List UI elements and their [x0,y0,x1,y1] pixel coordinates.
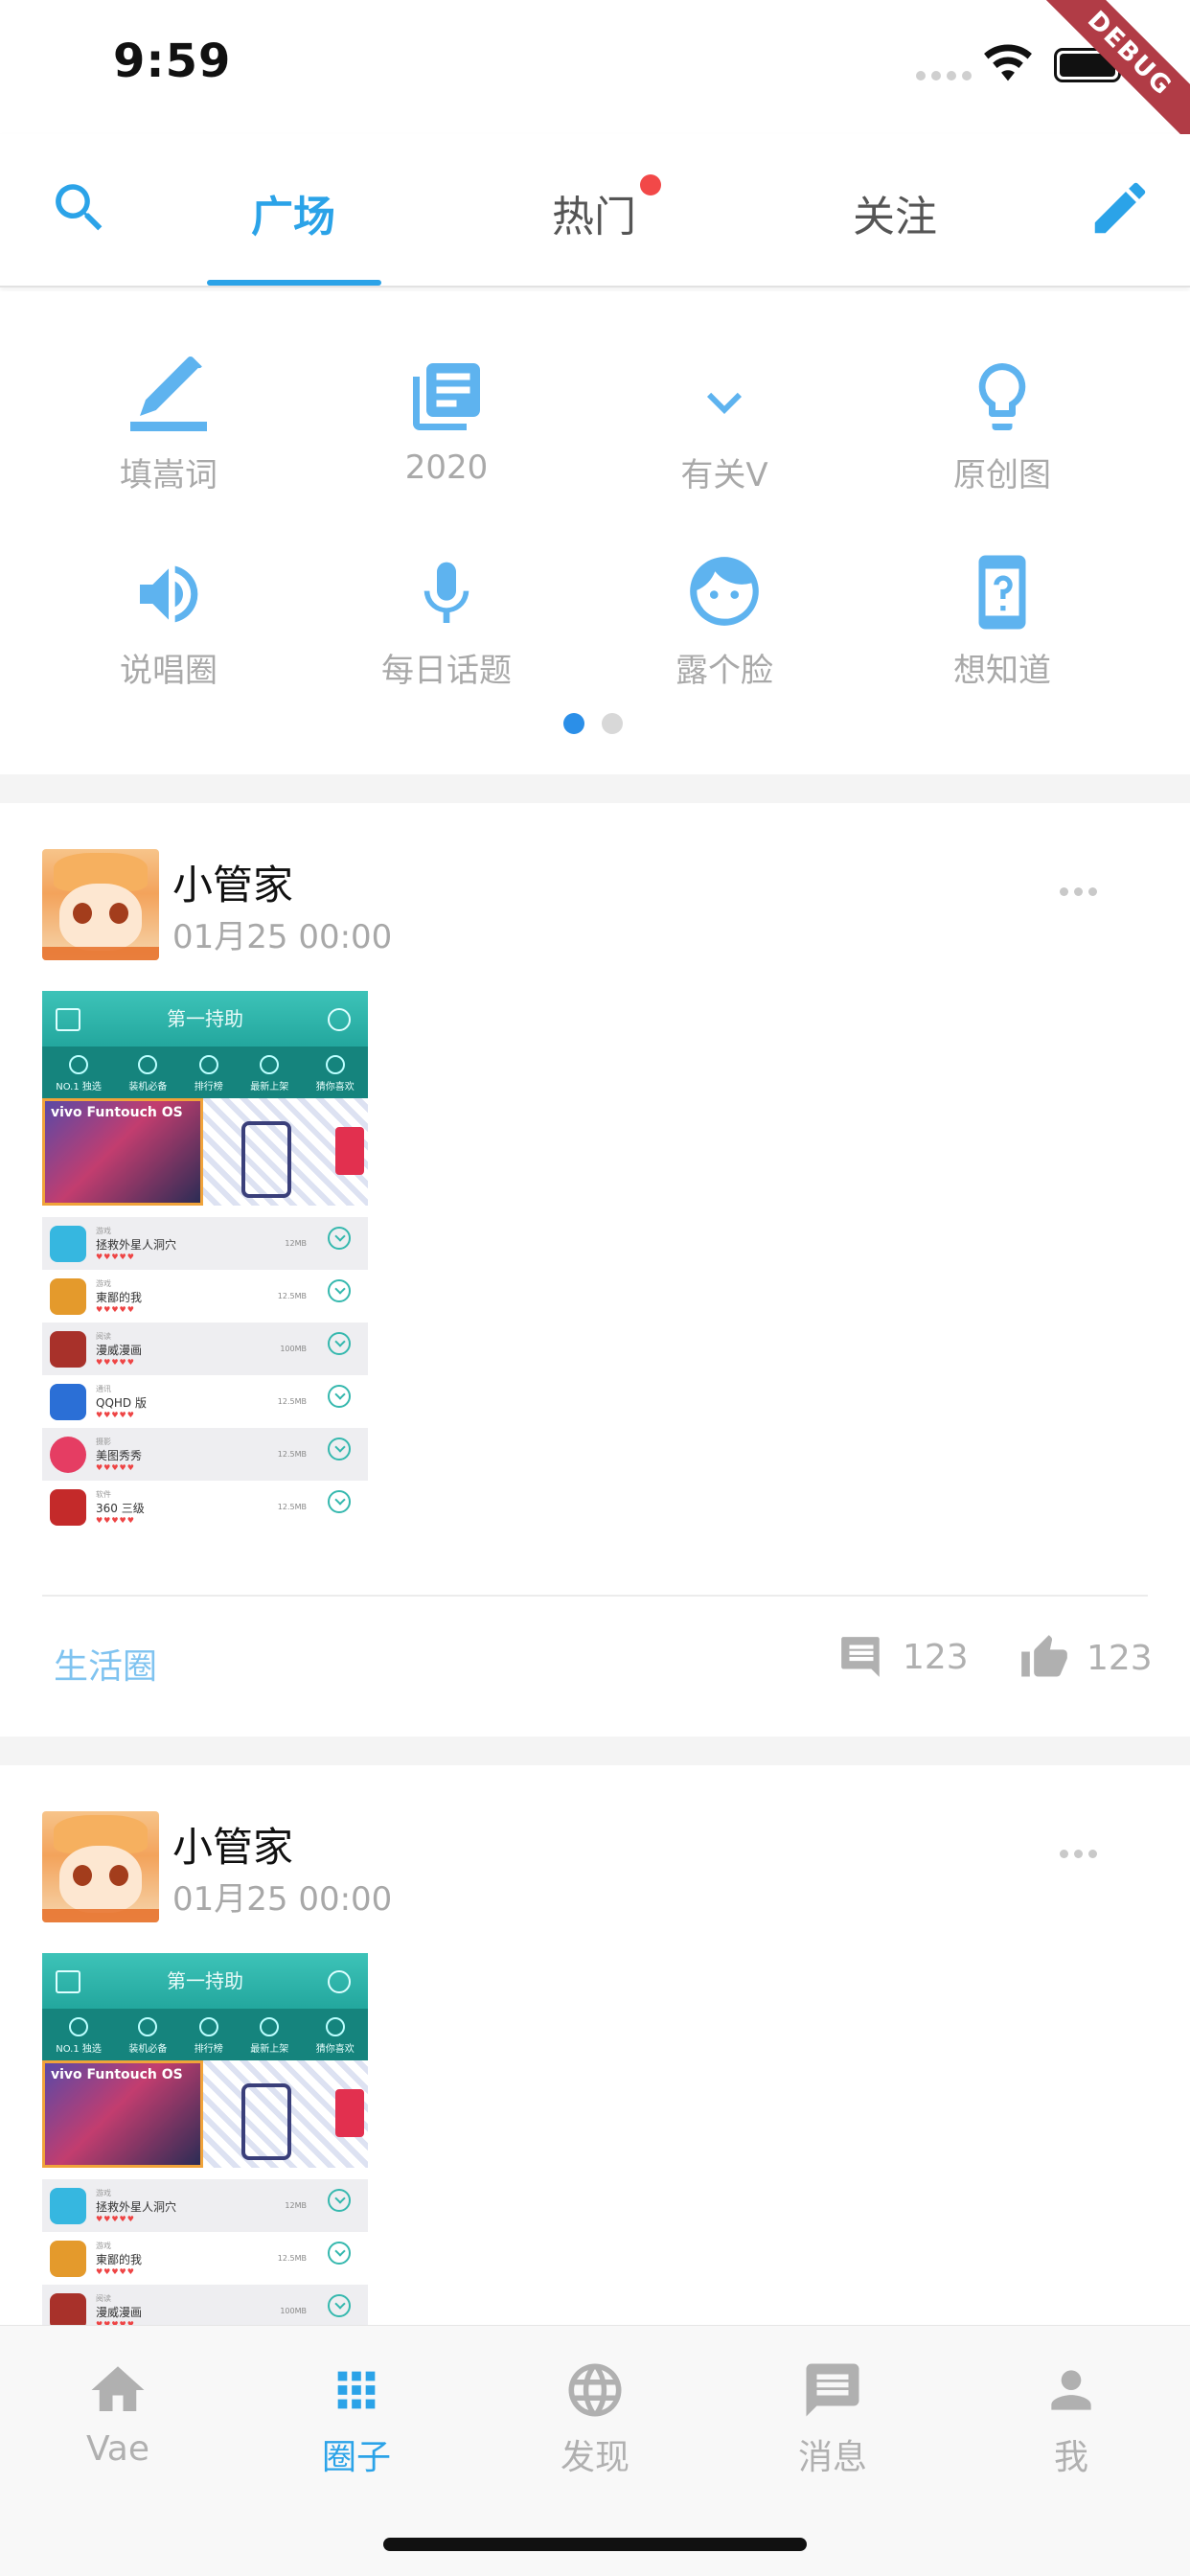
status-bar: 9:59 DEBUG [0,0,1190,153]
comment-count[interactable]: 123 [837,1633,969,1681]
list-item: 摄影 美图秀秀 ♥♥♥♥♥ 12.5MB [42,1428,368,1481]
top-tab-bar: 广场 热门 关注 [0,134,1190,288]
list-item: 通讯 QQHD 版 ♥♥♥♥♥ 12.5MB [42,1375,368,1428]
nav-label: 消息 [797,2438,867,2477]
active-tab-indicator [207,280,381,286]
image-title: 第一持助 [42,991,368,1046]
nav-item-me[interactable]: 我 [985,2357,1157,2479]
post-time: 01月25 00:00 [172,918,393,956]
nav-item-discover[interactable]: 发现 [509,2357,681,2479]
nav-label: 我 [1053,2438,1088,2477]
person-icon [1051,2370,1091,2410]
like-count[interactable]: 123 [1019,1633,1153,1683]
list-item: 阅读 漫威漫画 ♥♥♥♥♥ 100MB [42,2285,368,2325]
avatar[interactable] [42,1811,159,1922]
post-username[interactable]: 小管家 [172,853,293,911]
post-username[interactable]: 小管家 [172,1815,293,1874]
list-item: 软件 360 三级 ♥♥♥♥♥ 12.5MB [42,1481,368,1533]
volume-icon [140,565,198,623]
nav-label: Vae [85,2429,150,2469]
nav-label: 发现 [560,2438,629,2477]
message-icon [806,2363,859,2417]
section-separator [0,1736,1190,1765]
phone-question-icon [978,555,1026,630]
hot-badge-dot [640,174,661,196]
category-label: 想知道 [953,652,1051,690]
category-item-2020[interactable]: 2020 [332,341,561,487]
post-card[interactable]: 小管家 01月25 00:00 第一持助 NO.1 独选 装机必备 排行榜 最新上架猜… [0,803,1190,1736]
signal-icon [916,71,972,80]
nav-item-vae[interactable]: Vae [32,2357,204,2469]
post-image[interactable]: 第一持助 NO.1 独选 装机必备 排行榜 最新上架 猜你喜欢 vivo Funtouc… [42,991,368,1562]
search-icon[interactable] [48,176,111,240]
category-item-daily-topic[interactable]: 每日话题 [332,537,561,691]
page-dot [602,713,623,734]
tab-square[interactable]: 广场 [197,182,389,243]
status-time: 9:59 [113,34,232,88]
comment-icon [841,1637,880,1677]
apps-grid-icon [337,2371,376,2409]
more-options-icon[interactable] [1060,887,1097,896]
post-topic-link[interactable]: 生活圈 [54,1639,157,1689]
category-item-want-to-know[interactable]: 想知道 [887,537,1117,691]
category-item-lyrics[interactable]: 填嵩词 [54,341,284,495]
page-indicator [563,713,623,734]
page-dot-active [563,713,584,734]
post-time: 01月25 00:00 [172,1880,393,1919]
pencil-icon[interactable] [1087,174,1154,242]
wifi-icon [984,44,1032,81]
image-nav: NO.1 独选 装机必备 排行榜 最新上架 猜你喜欢 [42,1046,368,1098]
tab-hot[interactable]: 热门 [498,182,690,243]
category-item-show-face[interactable]: 露个脸 [609,537,839,691]
list-item: 游戏 拯救外星人洞穴 ♥♥♥♥♥ 12MB [42,1217,368,1270]
post-card[interactable]: 小管家 01月25 00:00 第一持助 NO.1 独选 装机必备 排行榜 最新上架猜… [0,1765,1190,2325]
section-separator [0,774,1190,803]
list-item: 阅读 漫威漫画 ♥♥♥♥♥ 100MB [42,1322,368,1375]
microphone-icon [423,562,469,623]
image-banner: vivo Funtouch OS [42,2060,368,2168]
category-label: 填嵩词 [120,456,217,494]
thumb-up-icon [1021,1635,1067,1677]
nav-label: 圈子 [321,2438,391,2477]
app-screen: 9:59 DEBUG 广场 热门 关注 填嵩词 2020 有关V 原创图 说唱圈… [0,0,1190,2576]
home-icon [91,2366,145,2411]
globe-icon [568,2363,622,2417]
category-label: 露个脸 [675,652,773,690]
image-nav: NO.1 独选 装机必备 排行榜 最新上架 猜你喜欢 [42,2009,368,2060]
pencil-icon [130,356,207,431]
face-icon [690,557,759,626]
library-books-icon [413,363,480,430]
post-divider [42,1595,1148,1597]
more-options-icon[interactable] [1060,1850,1097,1858]
lightbulb-icon [978,363,1026,430]
post-image[interactable]: 第一持助 NO.1 独选 装机必备 排行榜 最新上架 猜你喜欢 vivo Funtouc… [42,1953,368,2325]
list-item: 游戏 拯救外星人洞穴 ♥♥♥♥♥ 12MB [42,2179,368,2232]
image-title: 第一持助 [42,1953,368,2009]
chevron-down-icon [707,392,742,414]
nav-item-circle[interactable]: 圈子 [270,2357,443,2479]
category-label: 有关V [680,456,768,494]
home-indicator[interactable] [383,2538,807,2551]
tab-following[interactable]: 关注 [799,182,991,243]
image-banner: vivo Funtouch OS [42,1098,368,1206]
category-item-about-v[interactable]: 有关V [609,341,839,495]
category-label: 原创图 [953,456,1051,494]
category-label: 说唱圈 [120,652,217,690]
category-item-original-art[interactable]: 原创图 [887,341,1117,495]
category-label: 2020 [404,448,489,487]
category-grid: 填嵩词 2020 有关V 原创图 说唱圈 每日话题 露个脸 想知道 [0,291,1190,770]
list-item: 游戏 東鄙的我 ♥♥♥♥♥ 12.5MB [42,2232,368,2285]
category-item-rap[interactable]: 说唱圈 [54,537,284,691]
list-item: 游戏 東鄙的我 ♥♥♥♥♥ 12.5MB [42,1270,368,1322]
nav-item-messages[interactable]: 消息 [746,2357,919,2479]
category-label: 每日话题 [381,652,512,690]
avatar[interactable] [42,849,159,960]
